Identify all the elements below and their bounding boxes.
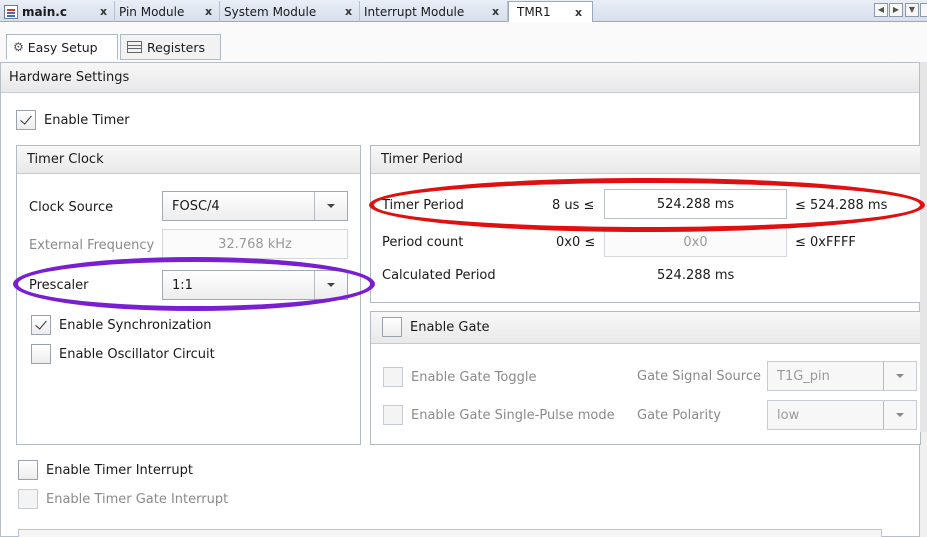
enable-timer-gate-interrupt-label: Enable Timer Gate Interrupt [46, 491, 229, 507]
timer-clock-header: Timer Clock [17, 146, 360, 174]
tab-main-c[interactable]: main.c x [0, 1, 115, 22]
enable-timer-checkbox[interactable]: Enable Timer [16, 110, 130, 130]
external-frequency-label: External Frequency [29, 238, 155, 253]
calculated-period-value: 524.288 ms [657, 268, 735, 283]
timer-period-min: 8 us ≤ [552, 198, 595, 213]
nav-menu-icon[interactable]: ▼ [905, 3, 919, 17]
tab-pin-module[interactable]: Pin Module x [115, 1, 220, 22]
tab-easy-setup-label: Easy Setup [27, 39, 98, 55]
clock-source-value: FOSC/4 [172, 198, 220, 214]
timer-period-label: Timer Period [382, 198, 464, 213]
enable-gate-single-pulse-checkbox[interactable]: Enable Gate Single-Pulse mode [383, 405, 615, 425]
hardware-settings-title: Hardware Settings [9, 70, 130, 85]
vertical-scrollbar[interactable] [920, 62, 927, 432]
checkbox-box[interactable] [18, 489, 38, 509]
enable-timer-interrupt-checkbox[interactable]: Enable Timer Interrupt [18, 460, 193, 480]
gate-signal-source-value: T1G_pin [777, 368, 830, 384]
tab-system-module[interactable]: System Module x [220, 1, 360, 22]
tab-tmr1[interactable]: TMR1 x [508, 1, 593, 22]
calculated-period-label: Calculated Period [382, 268, 496, 283]
timer-period-value: 524.288 ms [656, 196, 735, 212]
period-count-label: Period count [382, 235, 464, 250]
external-frequency-field[interactable]: 32.768 kHz [162, 229, 348, 259]
gear-icon: ⚙ [13, 40, 24, 54]
enable-oscillator-label: Enable Oscillator Circuit [59, 346, 215, 362]
tab-label: Pin Module [119, 4, 185, 19]
nav-left-icon[interactable]: ◀ [874, 3, 888, 17]
prescaler-value: 1:1 [172, 277, 193, 293]
horizontal-scrollbar[interactable] [18, 529, 882, 537]
checkmark-icon[interactable] [16, 110, 36, 130]
nav-restore-icon[interactable] [920, 3, 927, 17]
checkbox-box[interactable] [382, 317, 402, 337]
checkbox-box[interactable] [383, 367, 403, 387]
checkbox-box[interactable] [383, 405, 403, 425]
tab-registers[interactable]: Registers [120, 34, 221, 60]
timer-period-input[interactable]: 524.288 ms [604, 189, 787, 219]
enable-synchronization-label: Enable Synchronization [59, 317, 212, 333]
gate-polarity-value: low [777, 407, 800, 423]
checkmark-icon[interactable] [31, 315, 51, 335]
prescaler-select[interactable]: 1:1 [162, 270, 348, 300]
tab-close-icon[interactable]: x [345, 5, 352, 18]
clock-source-label: Clock Source [29, 200, 114, 215]
tab-easy-setup[interactable]: ⚙ Easy Setup [6, 34, 118, 60]
tab-registers-label: Registers [147, 39, 205, 55]
tab-label: System Module [224, 4, 317, 19]
tab-close-icon[interactable]: x [575, 6, 582, 19]
checkbox-box[interactable] [18, 460, 38, 480]
enable-gate-toggle-checkbox[interactable]: Enable Gate Toggle [383, 367, 536, 387]
enable-gate-single-pulse-label: Enable Gate Single-Pulse mode [411, 407, 615, 423]
dropdown-arrow-icon[interactable] [883, 401, 916, 429]
external-frequency-value: 32.768 kHz [218, 236, 292, 252]
gate-signal-source-label: Gate Signal Source [637, 369, 761, 384]
enable-synchronization-checkbox[interactable]: Enable Synchronization [31, 315, 212, 335]
period-count-max: ≤ 0xFFFF [795, 235, 856, 250]
enable-timer-gate-interrupt-checkbox[interactable]: Enable Timer Gate Interrupt [18, 489, 228, 509]
gate-polarity-select[interactable]: low [767, 400, 917, 430]
prescaler-label: Prescaler [29, 278, 89, 293]
tab-label: Interrupt Module [364, 4, 465, 19]
dropdown-arrow-icon[interactable] [883, 362, 916, 390]
timer-clock-title: Timer Clock [27, 152, 104, 167]
period-count-value: 0x0 [683, 234, 708, 250]
tab-close-icon[interactable]: x [205, 5, 212, 18]
easy-setup-panel: Hardware Settings Enable Timer Timer Clo… [0, 62, 921, 537]
enable-oscillator-checkbox[interactable]: Enable Oscillator Circuit [31, 344, 215, 364]
view-tab-bar: ⚙ Easy Setup Registers [0, 22, 927, 62]
period-count-input[interactable]: 0x0 [604, 227, 787, 257]
registers-icon [127, 41, 142, 53]
timer-period-max: ≤ 524.288 ms [795, 198, 888, 213]
timer-period-header: Timer Period [371, 146, 920, 174]
nav-right-icon[interactable]: ▶ [889, 3, 903, 17]
dropdown-arrow-icon[interactable] [314, 271, 347, 299]
hardware-settings-header: Hardware Settings [1, 63, 919, 93]
period-count-min: 0x0 ≤ [556, 235, 596, 250]
enable-timer-interrupt-label: Enable Timer Interrupt [46, 462, 193, 478]
tab-label: TMR1 [517, 5, 551, 19]
gate-polarity-label: Gate Polarity [637, 408, 721, 423]
tab-close-icon[interactable]: x [100, 5, 107, 18]
enable-timer-label: Enable Timer [44, 112, 130, 128]
enable-gate-toggle-label: Enable Gate Toggle [411, 369, 537, 385]
tab-close-icon[interactable]: x [492, 5, 499, 18]
file-c-icon [4, 4, 18, 19]
editor-tab-bar: main.c x Pin Module x System Module x In… [0, 0, 927, 22]
clock-source-select[interactable]: FOSC/4 [162, 191, 348, 221]
gate-signal-source-select[interactable]: T1G_pin [767, 361, 917, 391]
enable-gate-label: Enable Gate [410, 319, 490, 335]
tab-interrupt-module[interactable]: Interrupt Module x [360, 1, 508, 22]
enable-gate-checkbox[interactable]: Enable Gate [382, 317, 490, 337]
dropdown-arrow-icon[interactable] [314, 192, 347, 220]
timer-period-title: Timer Period [381, 152, 463, 167]
tab-label: main.c [22, 4, 67, 19]
checkbox-box[interactable] [31, 344, 51, 364]
